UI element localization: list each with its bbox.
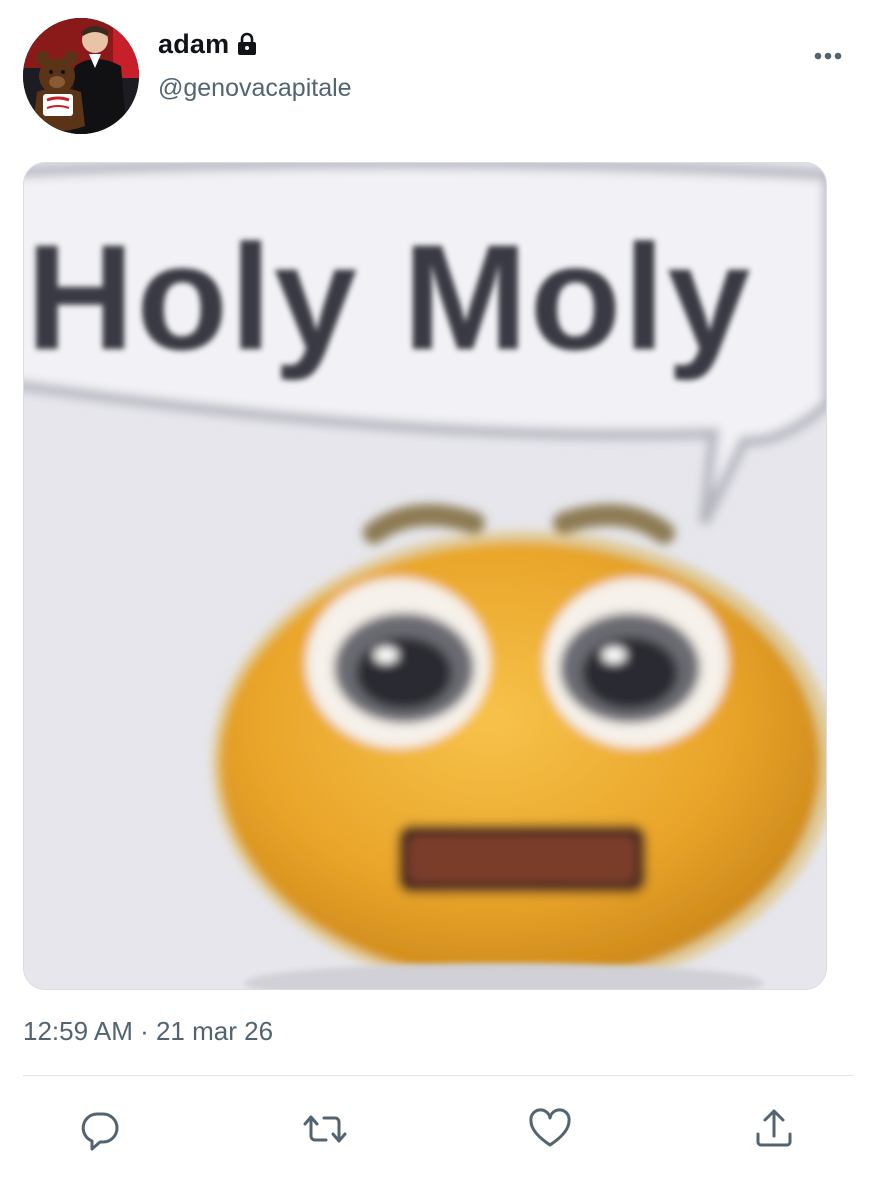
like-button[interactable] xyxy=(527,1106,573,1152)
reply-icon xyxy=(81,1112,119,1151)
avatar[interactable] xyxy=(23,18,139,134)
timestamp-separator: · xyxy=(132,1016,156,1046)
media-caption-text: Holy Moly xyxy=(26,213,753,381)
lock-icon xyxy=(235,31,259,57)
author-block: adam @genovacapitale xyxy=(158,24,352,103)
tweet-card: adam @genovacapitale Holy Moly 12:59 AM … xyxy=(0,0,876,1199)
timestamp-date: 21 mar 26 xyxy=(155,1016,274,1046)
handle[interactable]: @genovacapitale xyxy=(158,74,352,103)
tweet-timestamp[interactable]: 12:59 AM · 21 mar 26 xyxy=(23,1016,273,1047)
divider xyxy=(23,1075,853,1076)
heart-icon xyxy=(529,1108,571,1147)
reply-button[interactable] xyxy=(77,1106,123,1152)
timestamp-time: 12:59 AM xyxy=(23,1016,133,1046)
retweet-icon xyxy=(303,1115,347,1143)
display-name[interactable]: adam xyxy=(158,29,229,60)
retweet-button[interactable] xyxy=(302,1106,348,1152)
tweet-media-image[interactable]: Holy Moly xyxy=(23,162,827,990)
share-button[interactable] xyxy=(751,1106,797,1152)
avatar-image xyxy=(23,18,139,134)
more-icon[interactable] xyxy=(808,44,848,68)
name-row: adam xyxy=(158,24,352,64)
share-icon xyxy=(756,1109,792,1147)
